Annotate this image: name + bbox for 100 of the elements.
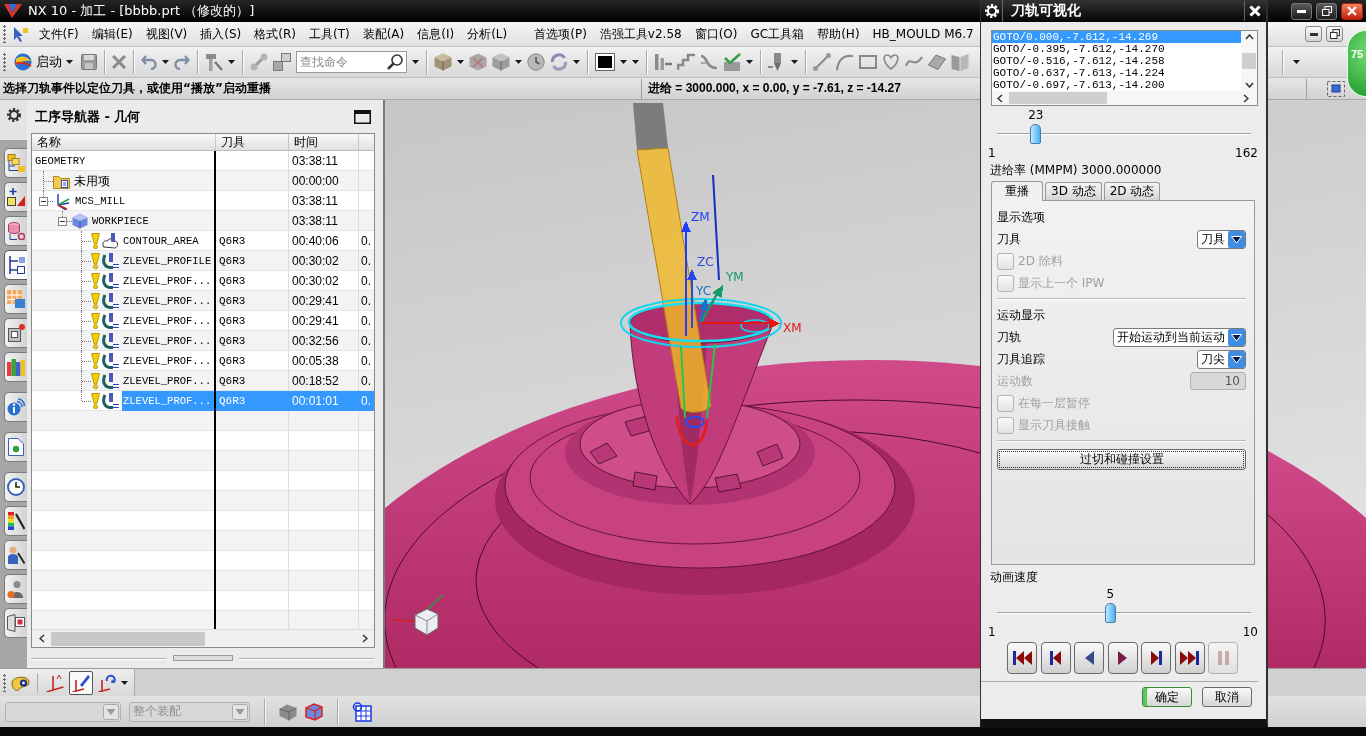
caret-icon[interactable] — [162, 60, 169, 64]
minimize-button[interactable] — [1291, 2, 1312, 20]
play-reverse-button[interactable] — [1074, 642, 1104, 674]
tree-node[interactable]: WORKPIECE — [91, 211, 214, 231]
play-button[interactable] — [1107, 642, 1138, 674]
heart-icon[interactable] — [882, 54, 900, 70]
resource-tab[interactable] — [4, 506, 27, 536]
menu-item[interactable]: 分析(L) — [460, 23, 514, 45]
toolbar-grip[interactable] — [3, 53, 6, 71]
resource-tab[interactable] — [4, 472, 27, 502]
restore-button[interactable] — [1316, 2, 1337, 20]
column-header[interactable]: 刀具 — [216, 134, 289, 150]
outlined-cube-icon[interactable] — [305, 702, 323, 721]
skip-to-start-button[interactable] — [1007, 642, 1037, 674]
pointer-icon[interactable] — [12, 26, 28, 42]
check-icon[interactable] — [723, 53, 741, 71]
rectangle-icon[interactable] — [859, 55, 877, 69]
column-header[interactable]: 名称 — [32, 134, 216, 150]
settings-button[interactable]: 过切和碰撞设置 — [997, 449, 1246, 470]
dropdown[interactable]: 刀尖 — [1197, 349, 1246, 369]
clock-icon[interactable] — [527, 53, 545, 71]
scroll-up-icon[interactable] — [1244, 34, 1254, 40]
menu-item[interactable]: HB_MOULD M6.7 — [866, 23, 981, 45]
toolbar-grip[interactable] — [3, 673, 6, 692]
plane-icon[interactable] — [928, 54, 946, 70]
collapse-icon[interactable] — [58, 217, 67, 226]
scroll-left-icon[interactable] — [997, 93, 1003, 103]
close-button[interactable] — [1341, 2, 1363, 20]
steps-icon[interactable] — [677, 53, 695, 71]
tree-node[interactable]: ZLEVEL_PROF... — [122, 311, 214, 331]
tab[interactable]: 2D 动态 — [1103, 182, 1161, 200]
splitter-handle[interactable] — [173, 655, 233, 661]
arc-icon[interactable] — [836, 53, 854, 71]
undo-icon[interactable] — [141, 54, 157, 70]
scrollbar-thumb[interactable] — [1242, 53, 1256, 69]
start-button[interactable]: 启动 — [11, 49, 76, 75]
save-icon[interactable] — [81, 54, 97, 70]
dropdown[interactable]: 刀具 — [1197, 229, 1246, 249]
cube-icon[interactable] — [492, 53, 510, 71]
resource-tab[interactable] — [4, 318, 27, 348]
list-item[interactable]: GOTO/-0.395,-7.612,-14.270 — [992, 43, 1241, 55]
tree-node[interactable]: GEOMETRY — [34, 151, 214, 171]
caret-icon[interactable] — [228, 60, 235, 64]
shaded-cube-icon[interactable] — [434, 53, 452, 71]
menu-item[interactable]: 窗口(O) — [688, 23, 744, 45]
caret-icon[interactable] — [1293, 60, 1300, 64]
list-item[interactable]: GOTO/-0.697,-7.613,-14.200 — [992, 79, 1241, 91]
slider-thumb[interactable] — [1104, 603, 1116, 623]
scrollbar-thumb[interactable] — [51, 631, 205, 646]
tab[interactable]: 3D 动态 — [1045, 182, 1102, 200]
hammer-icon[interactable] — [205, 53, 223, 71]
grid-select-icon[interactable] — [352, 701, 372, 722]
menu-item[interactable]: 首选项(P) — [527, 23, 594, 45]
curve-icon[interactable] — [700, 53, 718, 71]
view-box-icon[interactable] — [1327, 80, 1345, 97]
list-item[interactable]: GOTO/-0.637,-7.613,-14.224 — [992, 67, 1241, 79]
toolbar-grip[interactable] — [3, 25, 6, 43]
search-icon[interactable] — [387, 54, 403, 70]
maximize-icon[interactable] — [354, 109, 371, 124]
slider-thumb[interactable] — [1030, 124, 1042, 144]
resource-tab[interactable] — [4, 540, 27, 570]
caret-icon[interactable] — [515, 60, 522, 64]
column-header[interactable]: 时间 — [289, 134, 359, 150]
caret-icon[interactable] — [791, 60, 798, 64]
menu-item[interactable]: 信息(I) — [410, 23, 461, 45]
scroll-right-icon[interactable] — [1243, 93, 1249, 103]
collapse-icon[interactable] — [39, 197, 48, 206]
squares-icon[interactable] — [273, 53, 291, 71]
search-field[interactable]: 查找命令 — [296, 51, 407, 73]
redo-icon[interactable] — [174, 54, 190, 70]
close-button[interactable] — [1244, 1, 1264, 21]
settings-icon[interactable] — [5, 107, 22, 123]
menu-item[interactable]: 浩强工具v2.58 — [593, 23, 689, 45]
caret-icon[interactable] — [746, 60, 753, 64]
tree-node[interactable]: ZLEVEL_PROF... — [122, 351, 214, 371]
resource-tab[interactable] — [4, 608, 27, 638]
dropdown[interactable]: 开始运动到当前运动 — [1113, 327, 1246, 347]
resource-tab[interactable] — [4, 250, 27, 280]
step-back-button[interactable] — [1040, 642, 1071, 674]
scroll-left-icon[interactable] — [39, 634, 45, 643]
bars-icon[interactable] — [654, 53, 672, 71]
toolbar-button[interactable] — [69, 670, 93, 695]
menu-item[interactable]: 插入(S) — [193, 23, 248, 45]
line-icon[interactable] — [813, 53, 831, 71]
caret-icon[interactable] — [457, 60, 464, 64]
x-mark-icon[interactable] — [112, 55, 126, 69]
menu-item[interactable]: 帮助(H) — [810, 23, 867, 45]
menu-item[interactable]: 编辑(E) — [85, 23, 140, 45]
tree-node[interactable]: ZLEVEL_PROFILE — [122, 251, 214, 271]
menu-item[interactable]: GC工具箱 — [744, 23, 811, 45]
caret-icon[interactable] — [573, 60, 580, 64]
skip-to-end-button[interactable] — [1174, 642, 1205, 674]
scroll-right-icon[interactable] — [362, 634, 368, 643]
minimize-button[interactable] — [1305, 26, 1322, 42]
tree-node[interactable]: ZLEVEL_PROF... — [122, 271, 214, 291]
tree-node[interactable]: 未用项 — [73, 171, 214, 191]
cancel-button[interactable]: 取消 — [1202, 687, 1252, 707]
tree-node[interactable]: ZLEVEL_PROF... — [122, 331, 214, 351]
caret-icon[interactable] — [412, 60, 419, 64]
tree-node[interactable]: MCS_MILL — [74, 191, 214, 211]
